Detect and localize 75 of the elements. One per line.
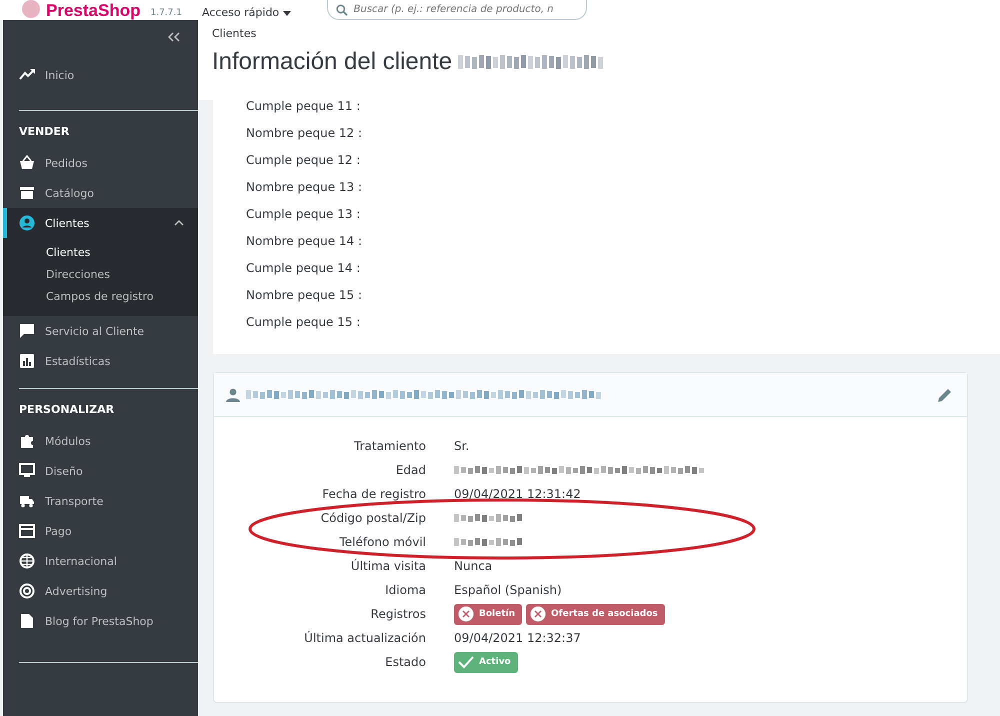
field-label: Edad bbox=[396, 463, 426, 477]
nav-item[interactable]: Servicio al Cliente bbox=[3, 316, 198, 346]
user-icon bbox=[226, 388, 240, 402]
card-icon bbox=[19, 523, 35, 539]
field-label: Idioma bbox=[385, 583, 426, 597]
status-badge: Activo bbox=[454, 652, 518, 672]
field-value: Sr. bbox=[454, 439, 470, 453]
check-icon bbox=[458, 655, 474, 669]
cross-circle-icon bbox=[458, 606, 474, 622]
section-heading: VENDER bbox=[19, 125, 70, 138]
edit-icon[interactable] bbox=[937, 386, 953, 402]
chevron-up-icon bbox=[174, 220, 184, 226]
field-label: Teléfono móvil bbox=[339, 535, 426, 549]
breadcrumb-link[interactable]: Clientes bbox=[212, 27, 1000, 40]
field-label: Estado bbox=[385, 655, 426, 669]
field-label: Cumple peque 12 : bbox=[246, 152, 362, 169]
nav-item[interactable]: Blog for PrestaShop bbox=[3, 606, 198, 636]
nav-item[interactable]: Advertising bbox=[3, 576, 198, 606]
field-label: Fecha de registro bbox=[322, 487, 426, 501]
nav-item[interactable]: Módulos bbox=[3, 426, 198, 456]
puzzle-icon bbox=[19, 433, 35, 449]
field-value: 09/04/2021 12:32:37 bbox=[454, 631, 581, 645]
collapse-icon[interactable] bbox=[168, 32, 180, 42]
field-label: Cumple peque 14 : bbox=[246, 260, 362, 277]
field-value: 09/04/2021 12:31:42 bbox=[454, 487, 581, 501]
field-label: Nombre peque 12 : bbox=[246, 125, 364, 142]
search-field[interactable]: Buscar (p. ej.: referencia de producto, n bbox=[327, 0, 588, 20]
store-icon bbox=[19, 185, 35, 201]
target-icon bbox=[19, 583, 35, 599]
submenu-item[interactable]: Campos de registro bbox=[46, 286, 198, 308]
section-heading: PERSONALIZAR bbox=[19, 403, 114, 416]
nav-item[interactable]: Diseño bbox=[3, 456, 198, 486]
field-label: Última visita bbox=[350, 559, 426, 573]
nav-item[interactable]: Pedidos bbox=[3, 148, 198, 178]
field-value: Nunca bbox=[454, 559, 492, 573]
pixelated-value-drawing bbox=[454, 514, 522, 522]
submenu-item[interactable]: Direcciones bbox=[46, 264, 198, 286]
user-circle-icon bbox=[19, 215, 35, 231]
monitor-icon bbox=[19, 463, 35, 479]
status-badge: Ofertas de asociados bbox=[526, 604, 665, 624]
nav-item[interactable]: Internacional bbox=[3, 546, 198, 576]
nav-item[interactable]: Catálogo bbox=[3, 178, 198, 208]
field-label: Nombre peque 14 : bbox=[246, 233, 364, 250]
nav-item[interactable]: Clientes bbox=[3, 208, 198, 238]
field-label: Nombre peque 13 : bbox=[246, 179, 364, 196]
chat-icon bbox=[19, 323, 35, 339]
quick-access-menu[interactable]: Acceso rápido bbox=[202, 6, 292, 20]
pixelated-value-drawing bbox=[454, 538, 522, 546]
field-label: Cumple peque 13 : bbox=[246, 206, 362, 223]
field-value: Español (Spanish) bbox=[454, 583, 562, 597]
status-badge: Boletín bbox=[454, 604, 522, 624]
page-title: Información del cliente bbox=[212, 48, 452, 76]
field-label: Código postal/Zip bbox=[320, 511, 426, 525]
field-label: Tratamiento bbox=[354, 439, 426, 453]
field-label: Cumple peque 11 : bbox=[246, 98, 362, 115]
nav-item[interactable]: Transporte bbox=[3, 486, 198, 516]
nav-item[interactable]: Pago bbox=[3, 516, 198, 546]
search-icon bbox=[336, 4, 348, 16]
nav-item[interactable]: Estadísticas bbox=[3, 346, 198, 376]
truck-icon bbox=[19, 493, 35, 509]
field-label: Última actualización bbox=[304, 631, 426, 645]
version-label: 1.7.7.1 bbox=[150, 7, 182, 20]
logo-text: PrestaShop bbox=[46, 1, 140, 20]
globe-icon bbox=[19, 553, 35, 569]
page-icon bbox=[19, 613, 35, 629]
field-label: Registros bbox=[370, 607, 426, 621]
cross-circle-icon bbox=[530, 606, 546, 622]
basket-icon bbox=[19, 155, 35, 171]
field-label: Nombre peque 15 : bbox=[246, 287, 364, 304]
caret-icon bbox=[283, 10, 292, 16]
logo-icon bbox=[22, 0, 40, 18]
stats-icon bbox=[19, 353, 35, 369]
nav-item[interactable]: Inicio bbox=[3, 60, 198, 90]
field-label: Cumple peque 15 : bbox=[246, 314, 362, 331]
submenu-item[interactable]: Clientes bbox=[46, 242, 198, 264]
